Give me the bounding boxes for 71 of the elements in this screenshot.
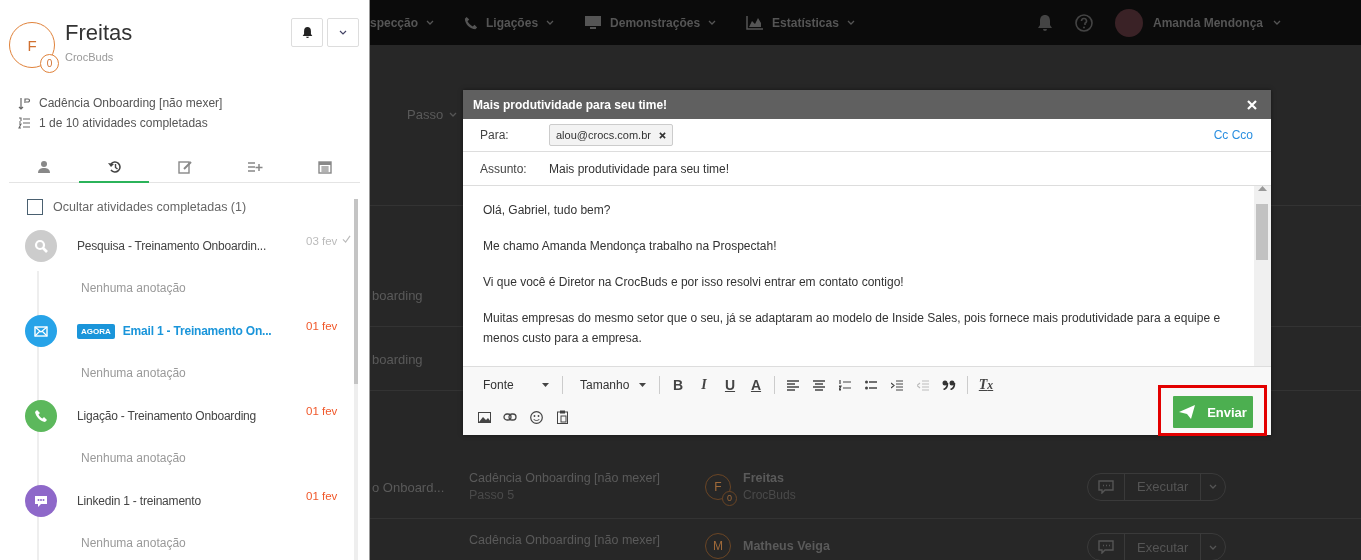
monitor-icon — [584, 15, 603, 30]
person-icon — [37, 159, 52, 174]
bell-icon — [301, 26, 313, 39]
caret-icon — [1209, 484, 1218, 489]
message-paragraph: Me chamo Amanda Mendonça trabalho na Prospectah! — [483, 238, 778, 255]
recipient-chip[interactable]: alou@crocs.com.br — [549, 124, 673, 146]
help-icon — [1075, 13, 1093, 32]
paper-plane-icon — [1179, 405, 1196, 419]
close-icon — [1247, 99, 1257, 110]
caret-icon — [449, 112, 458, 117]
size-dropdown[interactable]: Tamanho — [570, 375, 652, 395]
cc-link[interactable]: Cc Cco — [1213, 128, 1253, 142]
caret-icon — [639, 383, 646, 387]
bell-icon — [1037, 13, 1053, 32]
activity-note: Nenhuma anotação — [80, 535, 187, 552]
message-paragraph: Vi que você é Diretor na CrocBuds e por isso resolvi entrar em contato contigo! — [483, 274, 905, 291]
company-name: CrocBuds — [65, 51, 115, 63]
caret-icon — [846, 20, 855, 25]
activity-title[interactable]: Ligação - Treinamento Onboarding — [77, 409, 257, 423]
format-button[interactable]: A — [745, 375, 767, 395]
activity-note: Nenhuma anotação — [80, 450, 187, 467]
activity-title[interactable]: Linkedin 1 - treinamento — [77, 494, 201, 508]
activity-date: 03 fev — [306, 235, 338, 247]
close-button[interactable] — [1247, 99, 1257, 110]
contact-name: Freitas — [65, 20, 134, 46]
caret-icon — [426, 20, 435, 25]
remove-icon — [658, 131, 666, 139]
scrollbar-thumb[interactable] — [354, 199, 358, 384]
checkbox-label: Ocultar atividades completadas (1) — [53, 200, 247, 214]
activity-date: 01 fev — [306, 490, 338, 502]
activity-date: 01 fev — [306, 405, 338, 417]
message-paragraph: Olá, Gabriel, tudo bem? — [483, 202, 612, 219]
caret-icon — [542, 383, 549, 387]
numbered-list-icon — [18, 117, 31, 129]
activity-title[interactable]: Pesquisa - Treinamento Onboardin... — [77, 239, 267, 253]
field-label: Para: — [480, 128, 510, 142]
chat-bubble-icon — [1098, 540, 1114, 554]
history-icon — [106, 159, 122, 174]
cadence-icon — [18, 96, 31, 110]
phone-icon — [464, 15, 479, 30]
font-dropdown[interactable]: Fonte — [473, 375, 555, 395]
chart-icon — [746, 15, 765, 30]
activity-note: Nenhuma anotação — [80, 365, 187, 382]
format-button[interactable]: I — [693, 375, 715, 395]
caret-icon — [339, 30, 347, 35]
caret-icon — [1209, 544, 1218, 550]
scrollbar-thumb[interactable] — [1256, 204, 1268, 260]
edit-icon — [177, 159, 192, 174]
check-icon — [342, 235, 352, 243]
subject-field[interactable]: Mais produtividade para seu time! — [549, 161, 730, 176]
dialog-title: Mais produtividade para seu time! — [473, 97, 668, 112]
caret-icon — [546, 20, 555, 25]
caret-icon — [708, 20, 717, 25]
checkbox[interactable] — [27, 199, 43, 215]
message-paragraph: Muitas empresas do mesmo setor que o seu, já se adaptaram ao modelo de Inside Sales, pois fornece mais produtividade para a equipe e menos custo para a empresa. — [483, 310, 1222, 347]
scroll-up-icon — [1258, 186, 1267, 191]
chat-bubble-icon — [1098, 479, 1114, 494]
now-tag: AGORA — [77, 323, 115, 339]
count-badge: 0 — [722, 490, 737, 506]
cadence-name: Cadência Onboarding [não mexer] — [39, 96, 223, 110]
activity-date: 01 fev — [306, 320, 338, 332]
calendar-icon — [317, 159, 332, 174]
activity-note: Nenhuma anotação — [80, 280, 187, 297]
format-button[interactable]: U — [719, 375, 741, 395]
field-label: Assunto: — [480, 161, 528, 176]
format-button[interactable]: B — [667, 375, 689, 395]
list-add-icon — [246, 160, 263, 173]
progress-text: 1 de 10 atividades completadas — [39, 116, 208, 130]
count-badge: 0 — [40, 54, 59, 73]
notification-button[interactable] — [291, 18, 323, 47]
caret-icon — [1273, 20, 1281, 25]
